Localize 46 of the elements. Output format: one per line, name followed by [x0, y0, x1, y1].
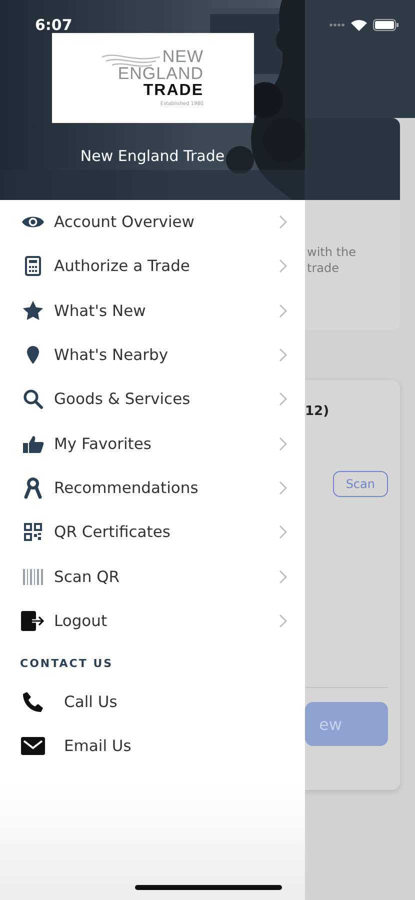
menu-item[interactable]: Authorize a Trade — [0, 244, 305, 289]
menu-item[interactable]: Scan QR — [0, 554, 305, 599]
chevron-icon — [279, 570, 287, 584]
chevron-icon — [279, 259, 287, 274]
chevron-icon — [279, 348, 287, 362]
battery-icon — [373, 19, 399, 31]
star-icon — [22, 300, 44, 322]
wifi-icon — [351, 19, 367, 31]
logo-text: ENGLAND — [118, 65, 204, 82]
menu-item[interactable]: Logout — [0, 598, 305, 643]
barcode-icon — [22, 568, 44, 585]
menu-item[interactable]: Account Overview — [0, 200, 305, 244]
card-text: trade — [307, 260, 340, 276]
menu-item[interactable]: What's New — [0, 288, 305, 333]
map-pin-icon — [26, 345, 40, 366]
ribbon-icon — [24, 476, 42, 499]
chevron-icon — [279, 392, 287, 406]
drawer-title: New England Trade — [80, 147, 225, 165]
qr-code-icon — [24, 523, 42, 542]
contact-item[interactable]: Email Us — [0, 724, 305, 768]
menu-item[interactable]: QR Certificates — [0, 510, 305, 554]
menu-item[interactable]: My Favorites — [0, 421, 305, 466]
thumbs-up-icon — [22, 434, 44, 454]
logo-text: NEW — [162, 48, 204, 65]
chevron-icon — [279, 614, 287, 628]
envelope-icon — [21, 736, 45, 756]
chevron-icon — [279, 480, 287, 495]
chevron-icon — [279, 525, 287, 540]
phone-icon — [21, 690, 45, 714]
search-icon — [23, 389, 43, 410]
logo-text: TRADE — [143, 82, 204, 100]
card-title: 12) — [305, 404, 330, 419]
menu-item[interactable]: What's Nearby — [0, 332, 305, 378]
contact-item[interactable]: Call Us — [0, 680, 305, 724]
status-time: 6:07 — [35, 16, 72, 34]
menu-item[interactable]: Goods & Services — [0, 377, 305, 422]
card-text: with the — [307, 244, 357, 260]
signal-icon — [329, 23, 345, 27]
section-heading: CONTACT US — [19, 656, 114, 672]
waves-icon — [102, 53, 160, 67]
chevron-icon — [279, 215, 287, 230]
menu-item[interactable]: Recommendations — [0, 466, 305, 510]
chevron-icon — [279, 436, 287, 451]
chevron-icon — [279, 304, 287, 318]
logout-icon — [20, 610, 46, 632]
calculator-icon — [25, 256, 41, 276]
